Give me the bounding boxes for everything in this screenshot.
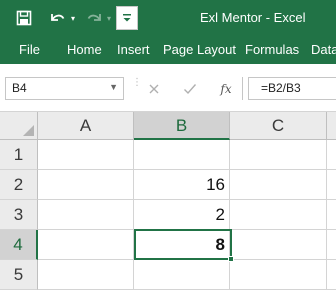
redo-dropdown-icon[interactable]: ▾ — [104, 0, 114, 36]
tab-data[interactable]: Data — [311, 36, 336, 64]
cell-c2[interactable] — [230, 170, 327, 200]
select-all-triangle-icon — [23, 125, 34, 136]
cell-c3[interactable] — [230, 200, 327, 230]
column-header-c[interactable]: C — [230, 112, 327, 140]
tab-formulas[interactable]: Formulas — [245, 36, 299, 64]
cell-b1[interactable] — [134, 140, 230, 170]
column-header-b[interactable]: B — [134, 112, 230, 140]
spreadsheet-grid: A B C 1 2 16 3 2 4 8 5 — [0, 112, 336, 298]
tab-insert[interactable]: Insert — [117, 36, 150, 64]
cell-d4-partial[interactable] — [327, 230, 336, 260]
cell-c4[interactable] — [230, 230, 327, 260]
save-icon[interactable] — [14, 0, 34, 36]
redo-icon[interactable] — [84, 0, 106, 36]
cell-a1[interactable] — [38, 140, 134, 170]
tab-page-layout[interactable]: Page Layout — [163, 36, 236, 64]
cell-a5[interactable] — [38, 260, 134, 290]
window-title: Exl Mentor - Excel — [200, 10, 306, 25]
cell-d2-partial[interactable] — [327, 170, 336, 200]
column-header-a[interactable]: A — [38, 112, 134, 140]
cell-c5[interactable] — [230, 260, 327, 290]
cell-b3[interactable]: 2 — [134, 200, 230, 230]
cell-a2[interactable] — [38, 170, 134, 200]
formula-divider — [242, 77, 243, 100]
insert-function-icon[interactable]: fx — [214, 77, 238, 100]
cell-b5[interactable] — [134, 260, 230, 290]
row-header-4[interactable]: 4 — [0, 230, 38, 260]
row-header-2[interactable]: 2 — [0, 170, 38, 200]
tab-home[interactable]: Home — [67, 36, 102, 64]
chevron-down-icon[interactable]: ▼ — [109, 82, 118, 92]
column-header-d-partial[interactable] — [327, 112, 336, 140]
ribbon-tabs: File Home Insert Page Layout Formulas Da… — [0, 36, 336, 64]
cell-a3[interactable] — [38, 200, 134, 230]
row-header-5[interactable]: 5 — [0, 260, 38, 290]
cell-d5-partial[interactable] — [327, 260, 336, 290]
title-bar: ▾ ▾ Exl Mentor - Excel — [0, 0, 336, 36]
name-box[interactable]: B4 ▼ — [5, 77, 124, 100]
cell-c1[interactable] — [230, 140, 327, 170]
cell-d1-partial[interactable] — [327, 140, 336, 170]
undo-dropdown-icon[interactable]: ▾ — [68, 0, 78, 36]
formula-text: =B2/B3 — [261, 81, 301, 95]
row-header-1[interactable]: 1 — [0, 140, 38, 170]
fx-label: fx — [220, 81, 232, 96]
undo-icon[interactable] — [46, 0, 68, 36]
formula-input[interactable]: =B2/B3 — [248, 77, 336, 100]
row-header-3[interactable]: 3 — [0, 200, 38, 230]
formula-bar-grip-icon[interactable]: ⋮ — [132, 78, 142, 96]
customize-quick-access-icon[interactable] — [116, 6, 138, 30]
cell-d3-partial[interactable] — [327, 200, 336, 230]
enter-checkmark-icon[interactable] — [178, 77, 202, 100]
name-box-value: B4 — [12, 81, 27, 95]
cell-b2[interactable]: 16 — [134, 170, 230, 200]
cell-a4[interactable] — [38, 230, 134, 260]
tab-file[interactable]: File — [19, 36, 40, 64]
select-all-button[interactable] — [0, 112, 38, 140]
cell-b4[interactable]: 8 — [134, 230, 230, 260]
cancel-icon[interactable] — [142, 77, 166, 100]
